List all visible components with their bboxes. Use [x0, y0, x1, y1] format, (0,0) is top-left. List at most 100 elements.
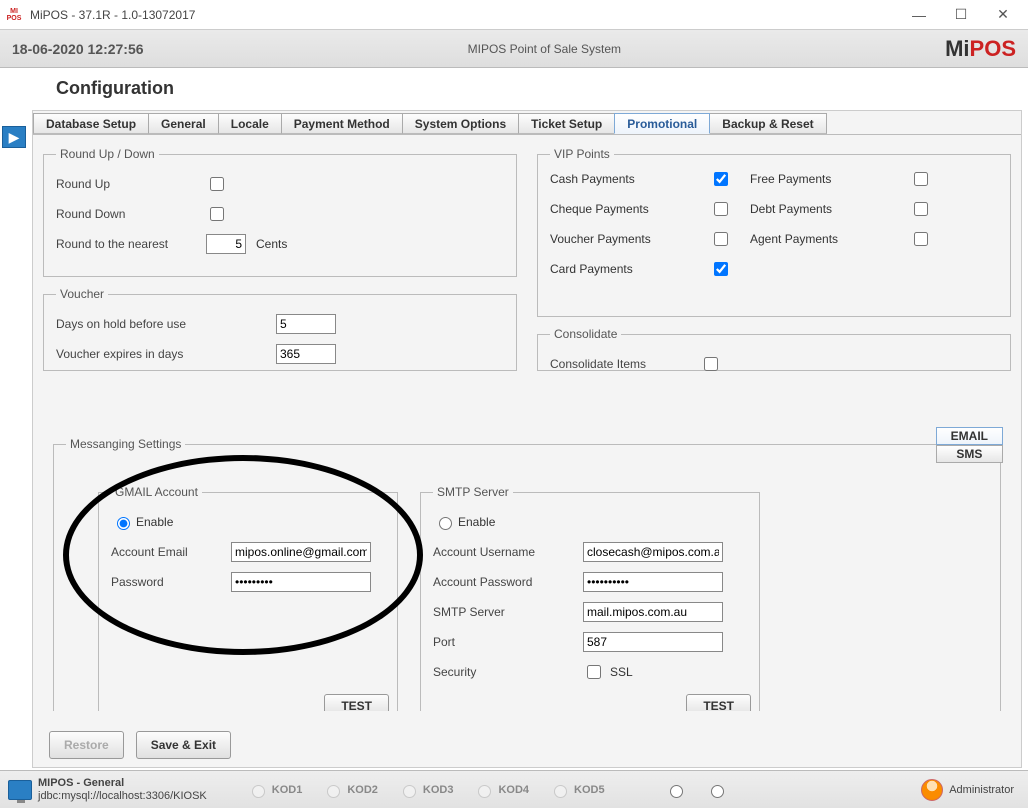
- smtp-port-input[interactable]: [583, 632, 723, 652]
- roundup-label: Round Up: [56, 177, 206, 191]
- gmail-group: GMAIL Account Enable Account Email Passw…: [98, 485, 398, 711]
- vip-cash-checkbox[interactable]: [714, 172, 728, 186]
- smtp-ssl-checkbox[interactable]: [587, 665, 601, 679]
- gmail-password-label: Password: [111, 575, 231, 589]
- smtp-pass-input[interactable]: [583, 572, 723, 592]
- close-button[interactable]: ✕: [982, 1, 1024, 29]
- smtp-test-button[interactable]: TEST: [686, 694, 751, 711]
- rounddown-label: Round Down: [56, 207, 206, 221]
- system-title: MIPOS Point of Sale System: [468, 42, 621, 56]
- gmail-email-label: Account Email: [111, 545, 231, 559]
- minimize-button[interactable]: —: [898, 1, 940, 29]
- voucher-legend: Voucher: [56, 287, 108, 301]
- vip-cheque-checkbox[interactable]: [714, 202, 728, 216]
- vip-agent-checkbox[interactable]: [914, 232, 928, 246]
- timestamp: 18-06-2020 12:27:56: [12, 41, 144, 57]
- window-title: MiPOS - 37.1R - 1.0-13072017: [30, 8, 898, 22]
- smtp-user-input[interactable]: [583, 542, 723, 562]
- smtp-enable-radio[interactable]: [439, 517, 452, 530]
- voucher-hold-input[interactable]: [276, 314, 336, 334]
- voucher-expire-input[interactable]: [276, 344, 336, 364]
- page-title: Configuration: [0, 68, 1028, 107]
- tab-general[interactable]: General: [148, 113, 219, 134]
- vip-free-checkbox[interactable]: [914, 172, 928, 186]
- vip-legend: VIP Points: [550, 147, 614, 161]
- messaging-legend: Messanging Settings: [66, 437, 185, 451]
- kod2-radio: [327, 785, 340, 798]
- consolidate-group: Consolidate Consolidate Items: [537, 327, 1011, 371]
- messaging-group: Messanging Settings GMAIL Account Enable…: [53, 437, 1001, 711]
- smtp-enable-label: Enable: [458, 515, 495, 529]
- round-nearest-unit: Cents: [256, 237, 287, 251]
- roundup-group: Round Up / Down Round Up Round Down Roun…: [43, 147, 517, 277]
- vip-voucher-checkbox[interactable]: [714, 232, 728, 246]
- vip-cheque-label: Cheque Payments: [550, 202, 710, 216]
- status-jdbc: jdbc:mysql://localhost:3306/KIOSK: [38, 790, 207, 803]
- kod1-radio: [252, 785, 265, 798]
- tab-promotional[interactable]: Promotional: [614, 113, 710, 134]
- window-titlebar: MIPOS MiPOS - 37.1R - 1.0-13072017 — ☐ ✕: [0, 0, 1028, 30]
- rounddown-checkbox[interactable]: [210, 207, 224, 221]
- voucher-expire-label: Voucher expires in days: [56, 347, 276, 361]
- vip-card-label: Card Payments: [550, 262, 710, 276]
- tab-backup-reset[interactable]: Backup & Reset: [709, 113, 826, 134]
- vip-debt-checkbox[interactable]: [914, 202, 928, 216]
- vip-voucher-label: Voucher Payments: [550, 232, 710, 246]
- tab-locale[interactable]: Locale: [218, 113, 282, 134]
- main-panel: Database Setup General Locale Payment Me…: [32, 110, 1022, 768]
- vip-card-checkbox[interactable]: [714, 262, 728, 276]
- gmail-password-input[interactable]: [231, 572, 371, 592]
- smtp-ssl-label: SSL: [610, 665, 633, 679]
- smtp-port-label: Port: [433, 635, 583, 649]
- app-header: 18-06-2020 12:27:56 MIPOS Point of Sale …: [0, 30, 1028, 68]
- sidebar-expand-icon[interactable]: ▶: [2, 126, 26, 148]
- brand: MiPOS: [945, 36, 1016, 62]
- messaging-subtabs: EMAIL SMS: [936, 427, 1003, 463]
- vip-cash-label: Cash Payments: [550, 172, 710, 186]
- kod5-radio: [554, 785, 567, 798]
- gmail-enable-radio[interactable]: [117, 517, 130, 530]
- msg-tab-email[interactable]: EMAIL: [936, 427, 1003, 445]
- tab-ticket-setup[interactable]: Ticket Setup: [518, 113, 615, 134]
- smtp-legend: SMTP Server: [433, 485, 513, 499]
- gmail-email-input[interactable]: [231, 542, 371, 562]
- round-nearest-input[interactable]: [206, 234, 246, 254]
- consolidate-label: Consolidate Items: [550, 357, 700, 371]
- admin-label: Administrator: [949, 784, 1014, 796]
- voucher-hold-label: Days on hold before use: [56, 317, 276, 331]
- gmail-test-button[interactable]: TEST: [324, 694, 389, 711]
- monitor-icon: [8, 780, 32, 800]
- vip-agent-label: Agent Payments: [750, 232, 910, 246]
- kod3-radio: [403, 785, 416, 798]
- admin-avatar-icon: [921, 779, 943, 801]
- app-icon: MIPOS: [4, 5, 24, 25]
- status-bar: MIPOS - General jdbc:mysql://localhost:3…: [0, 770, 1028, 808]
- round-nearest-label: Round to the nearest: [56, 237, 206, 251]
- tab-payment-method[interactable]: Payment Method: [281, 113, 403, 134]
- smtp-server-input[interactable]: [583, 602, 723, 622]
- tab-system-options[interactable]: System Options: [402, 113, 519, 134]
- smtp-pass-label: Account Password: [433, 575, 583, 589]
- msg-tab-sms[interactable]: SMS: [936, 445, 1003, 463]
- smtp-user-label: Account Username: [433, 545, 583, 559]
- tabstrip: Database Setup General Locale Payment Me…: [33, 111, 1021, 135]
- save-exit-button[interactable]: Save & Exit: [136, 731, 231, 759]
- smtp-group: SMTP Server Enable Account Username Acco…: [420, 485, 760, 711]
- gmail-legend: GMAIL Account: [111, 485, 202, 499]
- maximize-button[interactable]: ☐: [940, 1, 982, 29]
- status-light-1: [670, 785, 683, 798]
- status-app: MIPOS - General: [38, 777, 207, 790]
- smtp-server-label: SMTP Server: [433, 605, 583, 619]
- smtp-security-label: Security: [433, 665, 583, 679]
- kod4-radio: [478, 785, 491, 798]
- consolidate-checkbox[interactable]: [704, 357, 718, 371]
- vip-group: VIP Points Cash Payments Free Payments C…: [537, 147, 1011, 317]
- tab-database-setup[interactable]: Database Setup: [33, 113, 149, 134]
- roundup-legend: Round Up / Down: [56, 147, 159, 161]
- gmail-enable-label: Enable: [136, 515, 173, 529]
- roundup-checkbox[interactable]: [210, 177, 224, 191]
- vip-free-label: Free Payments: [750, 172, 910, 186]
- voucher-group: Voucher Days on hold before use Voucher …: [43, 287, 517, 371]
- restore-button[interactable]: Restore: [49, 731, 124, 759]
- consolidate-legend: Consolidate: [550, 327, 621, 341]
